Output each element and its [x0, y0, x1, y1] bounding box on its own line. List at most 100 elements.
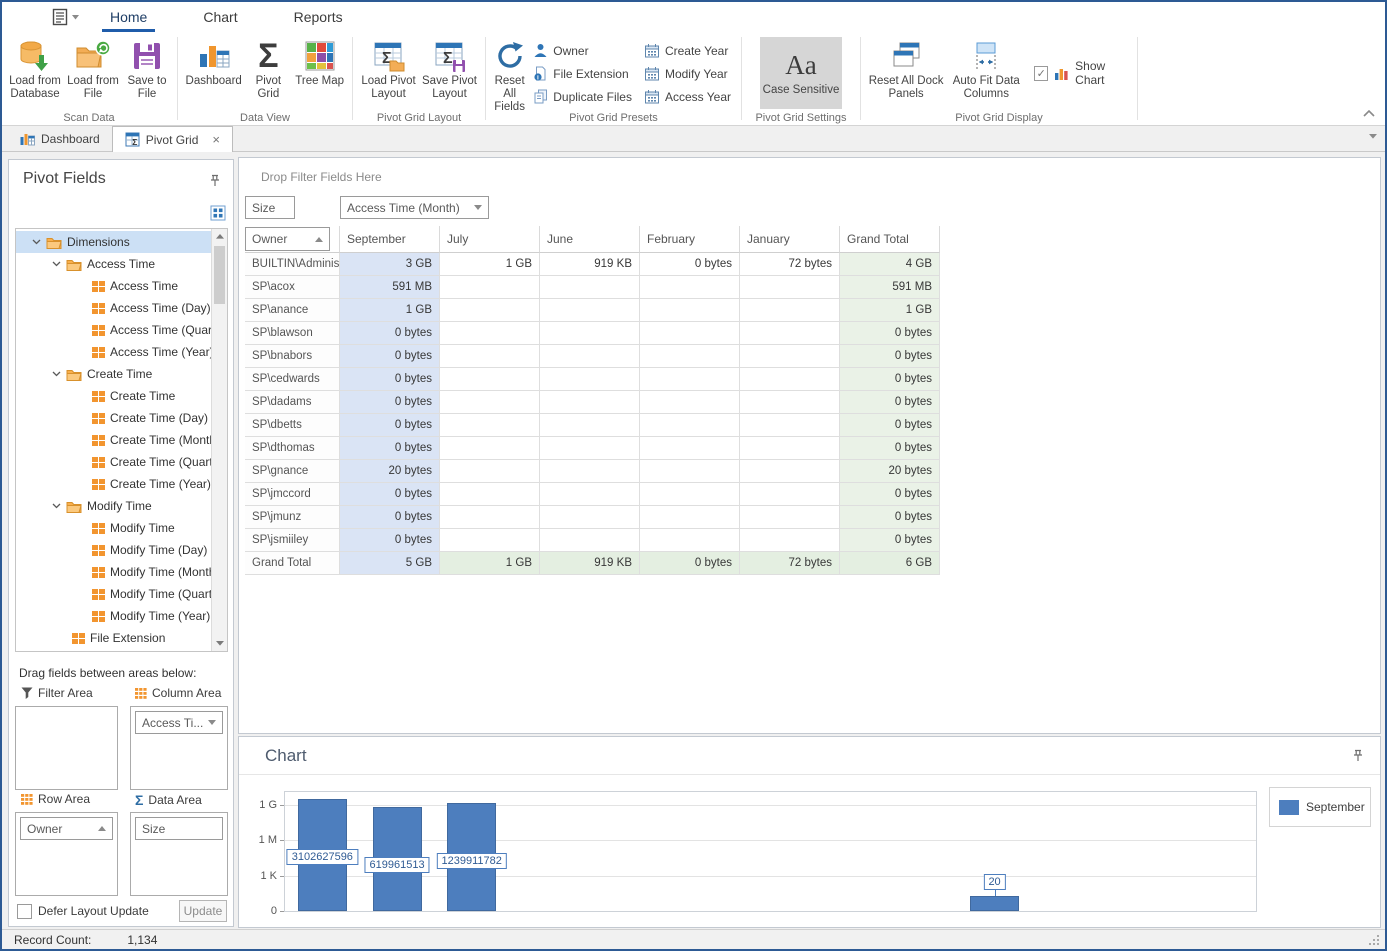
- close-tab-icon[interactable]: ×: [212, 133, 220, 146]
- data-cell[interactable]: [640, 506, 740, 529]
- data-cell[interactable]: [540, 391, 640, 414]
- data-cell[interactable]: [440, 391, 540, 414]
- data-cell[interactable]: [640, 276, 740, 299]
- ribbon-tab-reports[interactable]: Reports: [280, 2, 357, 32]
- column-field-chip[interactable]: Access Time (Month): [340, 196, 489, 219]
- data-cell[interactable]: 72 bytes: [740, 253, 840, 276]
- reset-all-fields-button[interactable]: Reset All Fields: [491, 35, 528, 114]
- data-cell[interactable]: 0 bytes: [340, 391, 440, 414]
- data-cell[interactable]: [440, 276, 540, 299]
- data-cell[interactable]: [440, 460, 540, 483]
- chart-bar[interactable]: [970, 896, 1019, 911]
- show-chart-checkbox[interactable]: ✓ Show Chart: [1034, 59, 1132, 87]
- data-area-field-chip[interactable]: Size: [135, 817, 223, 840]
- pin-icon[interactable]: [209, 174, 221, 187]
- tab-pivot-grid[interactable]: Σ Pivot Grid ×: [112, 126, 233, 152]
- update-button[interactable]: Update: [179, 900, 227, 922]
- data-cell[interactable]: 3 GB: [340, 253, 440, 276]
- dashboard-button[interactable]: Dashboard: [183, 35, 244, 109]
- column-header-february[interactable]: February: [640, 226, 740, 253]
- row-header-cell[interactable]: SP\jsmiiley: [245, 529, 340, 552]
- data-cell[interactable]: [740, 368, 840, 391]
- row-header-cell[interactable]: SP\cedwards: [245, 368, 340, 391]
- data-cell[interactable]: 72 bytes: [740, 552, 840, 575]
- data-area-box[interactable]: Size: [130, 812, 228, 896]
- load-from-database-button[interactable]: Load from Database: [6, 35, 64, 109]
- data-cell[interactable]: 20 bytes: [840, 460, 940, 483]
- data-cell[interactable]: [540, 506, 640, 529]
- data-cell[interactable]: 0 bytes: [340, 345, 440, 368]
- data-cell[interactable]: [640, 368, 740, 391]
- tab-list-dropdown-icon[interactable]: [1369, 134, 1377, 139]
- data-cell[interactable]: [440, 529, 540, 552]
- application-menu-button[interactable]: [48, 5, 82, 29]
- data-cell[interactable]: 0 bytes: [840, 529, 940, 552]
- data-cell[interactable]: 0 bytes: [840, 322, 940, 345]
- data-cell[interactable]: [540, 414, 640, 437]
- scroll-up-icon[interactable]: [212, 229, 227, 244]
- row-area-field-chip[interactable]: Owner: [20, 817, 113, 840]
- data-cell[interactable]: [440, 506, 540, 529]
- data-cell[interactable]: [740, 322, 840, 345]
- tree-item-modify-time[interactable]: Modify Time: [16, 495, 211, 517]
- tree-scrollbar[interactable]: [211, 229, 227, 651]
- tree-item-access-time[interactable]: Access Time: [16, 253, 211, 275]
- data-cell[interactable]: 0 bytes: [840, 391, 940, 414]
- column-area-box[interactable]: Access Ti...: [130, 706, 228, 790]
- data-cell[interactable]: [540, 322, 640, 345]
- duplicate-files-preset-button[interactable]: Duplicate Files: [528, 85, 637, 108]
- data-cell[interactable]: [740, 345, 840, 368]
- data-cell[interactable]: 0 bytes: [340, 414, 440, 437]
- row-field-chip[interactable]: Owner: [245, 227, 330, 251]
- data-cell[interactable]: 0 bytes: [840, 368, 940, 391]
- data-cell[interactable]: 0 bytes: [640, 253, 740, 276]
- tree-item-create-time[interactable]: Create Time: [16, 385, 211, 407]
- data-cell[interactable]: 0 bytes: [340, 529, 440, 552]
- tree-item-file-extension[interactable]: File Extension: [16, 627, 211, 649]
- field-list-layout-icon[interactable]: [209, 204, 227, 222]
- data-cell[interactable]: [440, 299, 540, 322]
- data-cell[interactable]: 20 bytes: [340, 460, 440, 483]
- data-cell[interactable]: [640, 391, 740, 414]
- modify-year-preset-button[interactable]: Modify Year: [639, 62, 736, 85]
- data-cell[interactable]: 1 GB: [440, 253, 540, 276]
- data-cell[interactable]: 1 GB: [340, 299, 440, 322]
- row-area-box[interactable]: Owner: [15, 812, 118, 896]
- save-pivot-layout-button[interactable]: Σ Save Pivot Layout: [419, 35, 480, 109]
- tree-item-access-time-quarter[interactable]: Access Time (Quarter): [16, 319, 211, 341]
- pin-icon[interactable]: [1352, 749, 1364, 762]
- data-cell[interactable]: [540, 483, 640, 506]
- row-header-cell[interactable]: SP\bnabors: [245, 345, 340, 368]
- tree-item-modify-time-year[interactable]: Modify Time (Year): [16, 605, 211, 627]
- data-cell[interactable]: 591 MB: [840, 276, 940, 299]
- column-header-june[interactable]: June: [540, 226, 640, 253]
- data-cell[interactable]: [640, 460, 740, 483]
- tree-item-modify-time-month[interactable]: Modify Time (Month): [16, 561, 211, 583]
- defer-layout-checkbox[interactable]: [17, 904, 32, 919]
- data-cell[interactable]: 0 bytes: [340, 506, 440, 529]
- tree-item-create-time[interactable]: Create Time: [16, 363, 211, 385]
- data-cell[interactable]: [540, 299, 640, 322]
- data-cell[interactable]: [540, 460, 640, 483]
- data-cell[interactable]: 0 bytes: [640, 552, 740, 575]
- data-cell[interactable]: 0 bytes: [840, 483, 940, 506]
- data-cell[interactable]: [740, 506, 840, 529]
- row-header-cell[interactable]: Grand Total: [245, 552, 340, 575]
- data-cell[interactable]: 0 bytes: [840, 414, 940, 437]
- data-cell[interactable]: [440, 345, 540, 368]
- case-sensitive-toggle-button[interactable]: Aa Case Sensitive: [760, 37, 842, 109]
- data-cell[interactable]: [440, 322, 540, 345]
- data-cell[interactable]: 0 bytes: [840, 345, 940, 368]
- tree-item-create-time-month[interactable]: Create Time (Month): [16, 429, 211, 451]
- tree-item-dimensions[interactable]: Dimensions: [16, 231, 211, 253]
- data-cell[interactable]: [740, 437, 840, 460]
- data-cell[interactable]: [440, 437, 540, 460]
- data-cell[interactable]: 6 GB: [840, 552, 940, 575]
- tree-item-access-time-year[interactable]: Access Time (Year): [16, 341, 211, 363]
- tree-item-access-time-day[interactable]: Access Time (Day): [16, 297, 211, 319]
- tree-item-access-time[interactable]: Access Time: [16, 275, 211, 297]
- data-field-chip[interactable]: Size: [245, 196, 295, 219]
- data-cell[interactable]: [640, 483, 740, 506]
- row-header-cell[interactable]: SP\jmunz: [245, 506, 340, 529]
- resize-grip-icon[interactable]: [1368, 934, 1380, 946]
